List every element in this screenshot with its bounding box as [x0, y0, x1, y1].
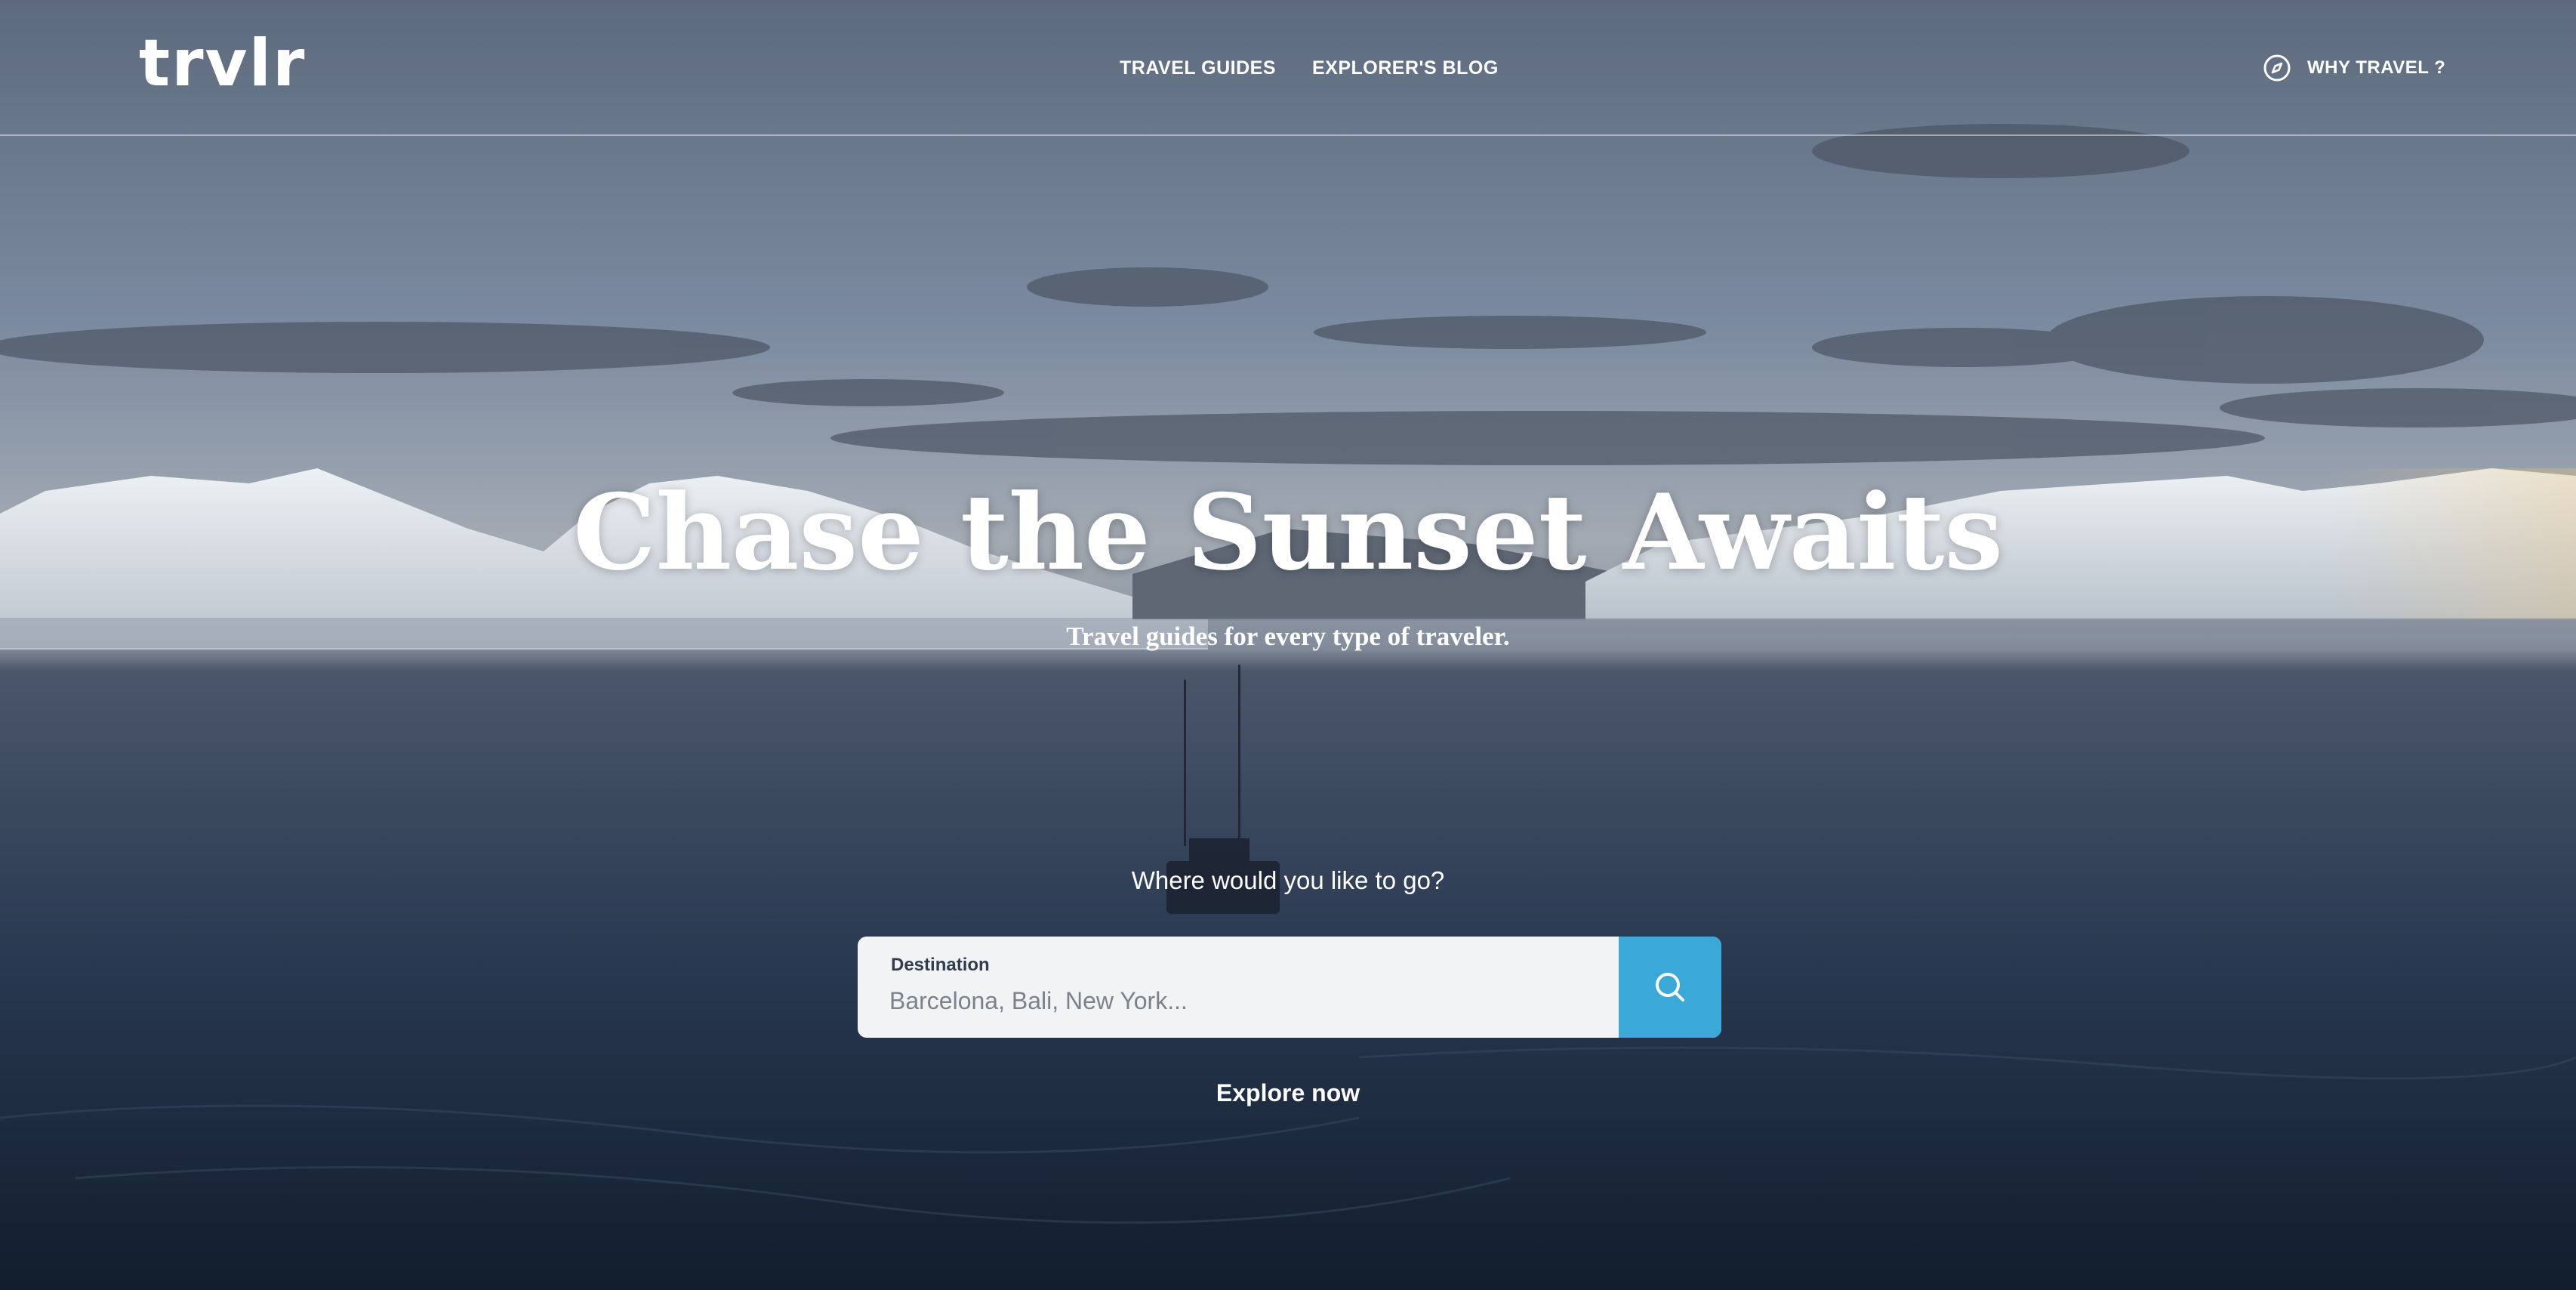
hero-subtitle: Travel guides for every type of traveler…	[1066, 622, 1510, 651]
page: trvlr TRAVEL GUIDES EXPLORER'S BLOG WHY …	[0, 0, 2576, 1290]
why-travel-link[interactable]: WHY TRAVEL ?	[2262, 51, 2445, 85]
main-nav: TRAVEL GUIDES EXPLORER'S BLOG	[1120, 53, 1499, 83]
logo[interactable]: trvlr	[139, 26, 306, 101]
search-icon	[1656, 973, 1684, 1001]
destination-search-box: Destination	[858, 937, 1721, 1038]
search-prompt: Where would you like to go?	[1131, 866, 1445, 894]
nav-travel-guides[interactable]: TRAVEL GUIDES	[1120, 53, 1276, 83]
nav-explorers-blog[interactable]: EXPLORER'S BLOG	[1312, 53, 1499, 83]
hero-title: Chase the Sunset Awaits	[572, 471, 2004, 594]
destination-input[interactable]	[889, 982, 1614, 1020]
compass-icon	[2263, 54, 2291, 82]
top-navigation-bar: trvlr TRAVEL GUIDES EXPLORER'S BLOG WHY …	[0, 0, 2576, 136]
search-button[interactable]	[1619, 937, 1721, 1038]
explore-now-link[interactable]: Explore now	[0, 1076, 2576, 1110]
destination-label: Destination	[891, 955, 990, 975]
why-travel-label: WHY TRAVEL ?	[2307, 57, 2446, 78]
